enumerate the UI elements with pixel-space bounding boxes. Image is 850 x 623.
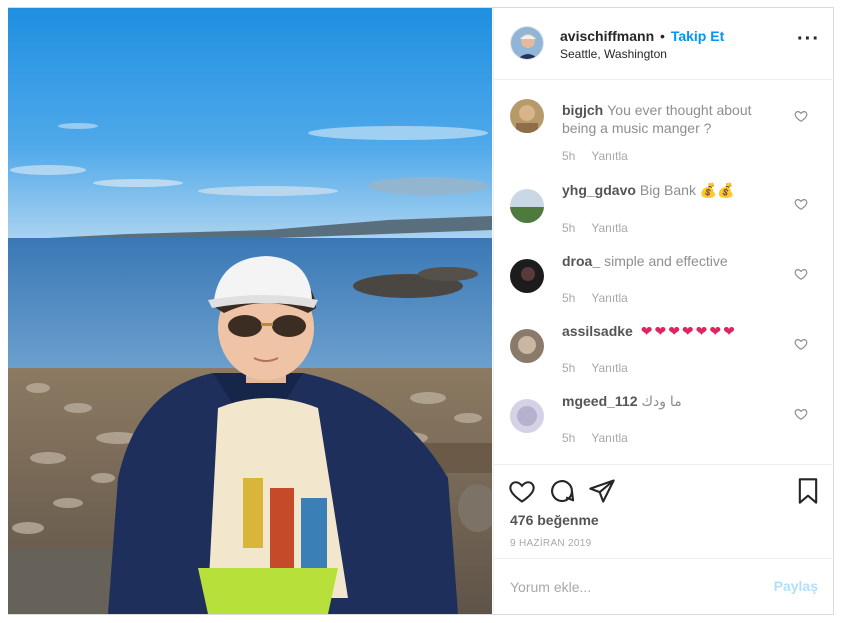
post-date: 9 HAZİRAN 2019 [510,538,592,549]
separator-dot: • [660,28,665,44]
reply-button[interactable]: Yanıtla [591,291,627,305]
comment-item: bigjch You ever thought about being a mus… [494,81,834,163]
commenter-avatar[interactable] [510,329,544,363]
comment-username[interactable]: droa_ [562,253,600,269]
comment-like-heart-icon[interactable] [794,337,808,351]
post-location[interactable]: Seattle, Washington [560,47,724,61]
comment-item: mgeed_112 ما ودك 5h Yanıtla [494,381,834,451]
comment-like-heart-icon[interactable] [794,407,808,421]
follow-button[interactable]: Takip Et [671,28,724,44]
commenter-avatar[interactable] [510,189,544,223]
add-comment-bar: Paylaş [494,558,834,614]
author-username[interactable]: avischiffmann [560,28,654,44]
post-comment-button[interactable]: Paylaş [774,578,818,594]
more-options-icon[interactable]: ··· [797,29,820,49]
comment-time[interactable]: 5h [562,149,575,163]
commenter-avatar[interactable] [510,399,544,433]
comment-item: yhg_gdavo Big Bank 💰💰 5h Yanıtla [494,171,834,241]
send-icon[interactable] [588,477,616,505]
like-count[interactable]: 476 beğenme [510,512,599,528]
comment-time[interactable]: 5h [562,291,575,305]
reply-button[interactable]: Yanıtla [591,221,627,235]
comment-time[interactable]: 5h [562,431,575,445]
post-actions: 476 beğenme 9 HAZİRAN 2019 [494,464,834,564]
heart-icon[interactable] [508,477,536,505]
comment-item: assilsadke ❤❤❤❤❤❤❤ 5h Yanıtla [494,311,834,381]
commenter-avatar[interactable] [510,259,544,293]
avatar[interactable] [510,26,544,60]
comment-like-heart-icon[interactable] [794,197,808,211]
comment-item: droa_ simple and effective 5h Yanıtla [494,241,834,311]
comment-time[interactable]: 5h [562,361,575,375]
comment-emoji: ❤❤❤❤❤❤❤ [640,323,737,339]
comment-username[interactable]: mgeed_112 [562,393,638,409]
comment-text: Big Bank [639,182,696,198]
reply-button[interactable]: Yanıtla [591,361,627,375]
post-header: avischiffmann • Takip Et Seattle, Washin… [494,8,834,80]
comment-input[interactable] [510,577,750,597]
reply-button[interactable]: Yanıtla [591,149,627,163]
comment-icon[interactable] [548,477,576,505]
comment-like-heart-icon[interactable] [794,267,808,281]
comment-emoji: 💰💰 [699,182,735,198]
comment-text: simple and effective [604,253,728,269]
bookmark-icon[interactable] [794,477,822,505]
comment-username[interactable]: bigjch [562,102,603,118]
reply-button[interactable]: Yanıtla [591,431,627,445]
post-photo[interactable] [8,8,492,614]
comment-text: ما ودك [641,393,682,409]
comment-time[interactable]: 5h [562,221,575,235]
comment-list: bigjch You ever thought about being a mus… [494,81,834,464]
comment-username[interactable]: assilsadke [562,323,633,339]
commenter-avatar[interactable] [510,99,544,133]
comment-username[interactable]: yhg_gdavo [562,182,636,198]
post-sidebar: avischiffmann • Takip Et Seattle, Washin… [493,8,834,614]
comment-like-heart-icon[interactable] [794,109,808,123]
